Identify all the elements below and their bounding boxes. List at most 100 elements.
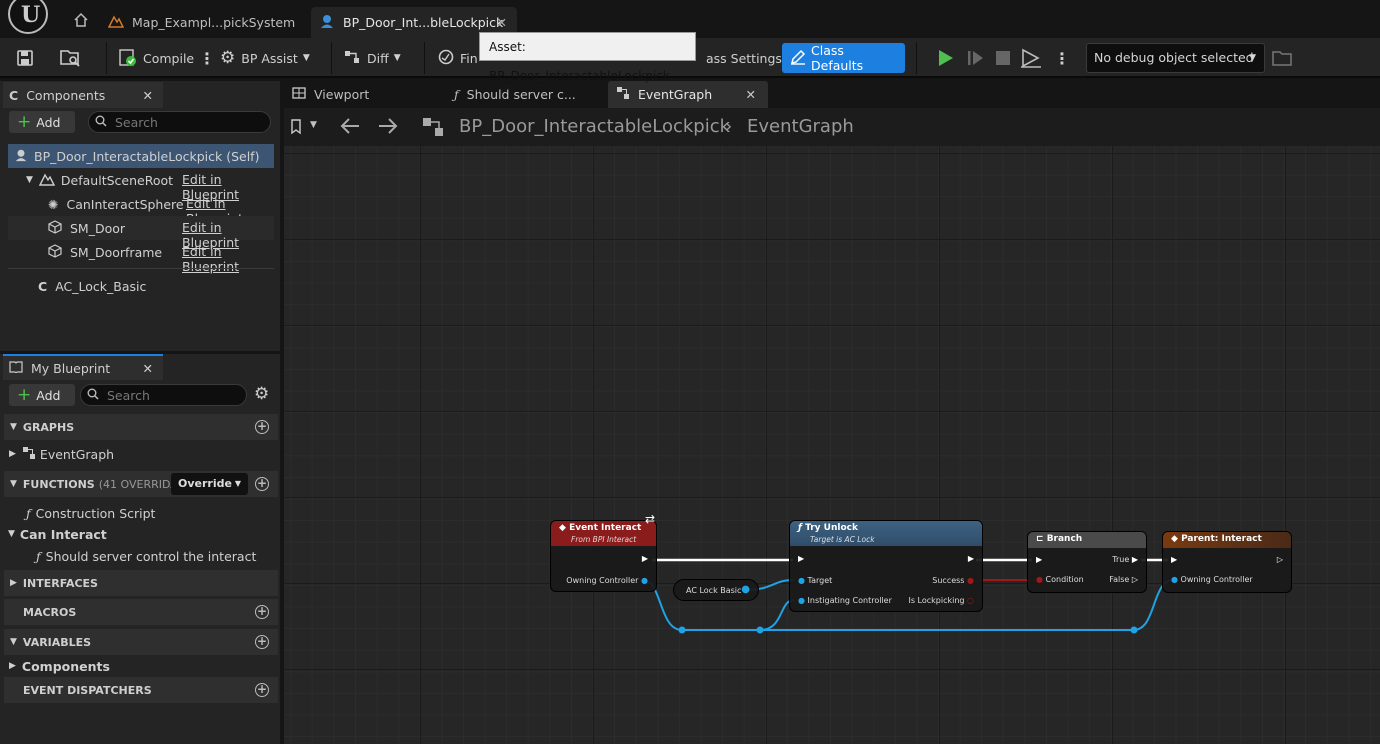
owning-controller-pin[interactable]: ● Owning Controller xyxy=(1171,575,1253,584)
play-options-icon[interactable]: ⋮ xyxy=(1054,44,1070,72)
sphere-icon: ✺ xyxy=(48,196,59,212)
debug-filter-icon[interactable] xyxy=(1272,44,1292,72)
event-dispatchers-section-header[interactable]: EVENT DISPATCHERS + xyxy=(4,677,278,703)
exec-in-pin[interactable]: ▶ xyxy=(1036,555,1042,564)
false-pin[interactable]: False ▷ xyxy=(1109,575,1138,584)
forward-arrow-icon[interactable] xyxy=(378,117,398,138)
branch-node[interactable]: ⊏ Branch ▶ True ▶ ● Condition False ▷ xyxy=(1027,531,1147,593)
macros-section-header[interactable]: MACROS + xyxy=(4,599,278,625)
target-pin[interactable]: ● Target xyxy=(798,576,832,585)
ac-lock-basic-node[interactable]: AC Lock Basic ● xyxy=(673,579,759,601)
class-defaults-button[interactable]: Class Defaults xyxy=(782,43,905,73)
graph-canvas[interactable]: ◆ Event Interact From BPI Interact ▶ Own… xyxy=(284,146,1380,744)
is-lockpicking-pin[interactable]: Is Lockpicking ○ xyxy=(908,596,974,605)
chevron-down-icon: ▼ xyxy=(302,53,310,63)
should-server-row[interactable]: ƒ Should server control the interact xyxy=(4,544,278,568)
edit-in-blueprint-link[interactable]: Edit in Blueprint xyxy=(182,244,280,274)
can-interact-category[interactable]: ▼ Can Interact xyxy=(4,522,278,546)
tab-map[interactable]: Map_Exampl...pickSystem xyxy=(100,7,305,38)
add-label: Add xyxy=(36,387,61,403)
class-defaults-icon xyxy=(790,49,806,68)
debug-object-dropdown[interactable]: No debug object selected ▼ xyxy=(1086,43,1265,73)
graph-icon xyxy=(422,117,444,140)
success-pin[interactable]: Success ● xyxy=(932,576,974,585)
component-root-row[interactable]: BP_Door_InteractableLockpick (Self) xyxy=(8,144,274,168)
exec-out-pin[interactable]: ▶ xyxy=(968,554,974,563)
functions-section-header[interactable]: ▼ FUNCTIONS (41 OVERRIDABL Override ▼ + xyxy=(4,471,278,497)
interfaces-section-header[interactable]: ▶ INTERFACES xyxy=(4,570,278,596)
instigating-controller-pin[interactable]: ● Instigating Controller xyxy=(798,596,892,605)
play-button[interactable] xyxy=(935,44,955,72)
add-dispatcher-icon[interactable]: + xyxy=(255,683,269,697)
variables-section-header[interactable]: ▼ VARIABLES + xyxy=(4,629,278,655)
pin-label: Success xyxy=(932,576,965,585)
compile-button[interactable]: Compile xyxy=(118,44,194,72)
components-search-input[interactable]: Search xyxy=(88,111,271,133)
true-pin[interactable]: True ▶ xyxy=(1112,555,1138,564)
diff-button[interactable]: Diff ▼ xyxy=(344,44,401,72)
add-macro-icon[interactable]: + xyxy=(255,605,269,619)
close-icon[interactable]: ✕ xyxy=(497,15,507,30)
try-unlock-node[interactable]: ƒ Try Unlock Target is AC Lock ▶ ▶ ● Tar… xyxy=(789,520,983,612)
tab-label: BP_Door_Int...bleLockpick xyxy=(343,15,504,30)
close-icon[interactable]: ✕ xyxy=(143,88,153,103)
settings-gear-icon[interactable]: ⚙ xyxy=(254,384,269,404)
close-icon[interactable]: ✕ xyxy=(746,87,756,102)
home-icon[interactable] xyxy=(73,12,89,28)
step-icon[interactable] xyxy=(966,44,986,72)
browse-icon[interactable] xyxy=(59,44,81,72)
exec-in-pin[interactable]: ▶ xyxy=(1171,555,1177,564)
tab-label: Viewport xyxy=(314,87,370,102)
functions-header-label: FUNCTIONS xyxy=(22,477,95,491)
pin-label: True xyxy=(1112,555,1130,564)
exec-out-pin[interactable]: ▶ xyxy=(642,554,648,563)
event-interact-node[interactable]: ◆ Event Interact From BPI Interact ▶ Own… xyxy=(550,520,657,592)
unreal-logo-icon[interactable]: U xyxy=(8,0,48,34)
find-icon xyxy=(437,48,455,69)
back-arrow-icon[interactable] xyxy=(340,117,360,138)
class-settings-button[interactable]: ass Settings xyxy=(706,44,782,72)
override-dropdown[interactable]: Override ▼ xyxy=(171,473,248,495)
add-component-button[interactable]: + Add xyxy=(9,111,75,133)
component-label: DefaultSceneRoot xyxy=(60,172,174,188)
exec-out-pin[interactable]: ▷ xyxy=(1277,555,1283,564)
components-tab[interactable]: C Components ✕ xyxy=(3,82,163,108)
search-icon xyxy=(87,388,99,403)
my-blueprint-panel: My Blueprint ✕ + Add Search ⚙ ▼ GRAPHS +… xyxy=(0,354,280,744)
ac-lock-output-pin[interactable]: ● xyxy=(741,584,750,595)
save-icon[interactable] xyxy=(16,44,34,72)
graphs-section-header[interactable]: ▼ GRAPHS + xyxy=(4,414,278,440)
my-blueprint-tab[interactable]: My Blueprint ✕ xyxy=(3,354,163,380)
close-icon[interactable]: ✕ xyxy=(143,361,153,376)
tab-label: Map_Exampl...pickSystem xyxy=(132,15,296,30)
breadcrumb-blueprint[interactable]: BP_Door_InteractableLockpick xyxy=(459,116,730,137)
my-blueprint-search-input[interactable]: Search xyxy=(80,384,247,406)
chevron-down-icon[interactable]: ▼ xyxy=(310,120,317,130)
condition-pin[interactable]: ● Condition xyxy=(1036,575,1084,584)
parent-interact-node[interactable]: ◆ Parent: Interact ▶ ▷ ● Owning Controll… xyxy=(1162,531,1292,593)
actor-component-row[interactable]: C AC_Lock_Basic xyxy=(8,274,274,298)
eject-icon[interactable] xyxy=(1020,44,1042,72)
breadcrumb-graph[interactable]: EventGraph xyxy=(747,116,854,137)
owning-controller-pin[interactable]: Owning Controller ● xyxy=(566,576,648,585)
toolbar-divider xyxy=(916,42,917,74)
add-label: Add xyxy=(36,114,61,130)
compile-options-icon[interactable]: ⋮ xyxy=(199,44,215,72)
add-member-button[interactable]: + Add xyxy=(9,384,75,406)
node-title: Try Unlock xyxy=(805,523,858,533)
find-button[interactable]: Fin xyxy=(437,44,478,72)
bp-assist-button[interactable]: ⚙ BP Assist ▼ xyxy=(220,44,310,72)
event-graph-row[interactable]: ▶ EventGraph xyxy=(4,442,278,466)
diff-icon xyxy=(344,49,362,68)
add-graph-icon[interactable]: + xyxy=(255,420,269,434)
exec-in-pin[interactable]: ▶ xyxy=(798,554,804,563)
add-function-icon[interactable]: + xyxy=(255,477,269,491)
components-category[interactable]: ▶ Components xyxy=(4,654,278,678)
function-icon: ƒ xyxy=(26,505,31,521)
tab-viewport[interactable]: Viewport xyxy=(284,81,444,108)
bookmark-icon[interactable] xyxy=(290,119,304,138)
node-title: Parent: Interact xyxy=(1181,534,1262,544)
plus-icon: + xyxy=(17,385,32,405)
stop-icon[interactable] xyxy=(995,44,1011,72)
add-variable-icon[interactable]: + xyxy=(255,635,269,649)
